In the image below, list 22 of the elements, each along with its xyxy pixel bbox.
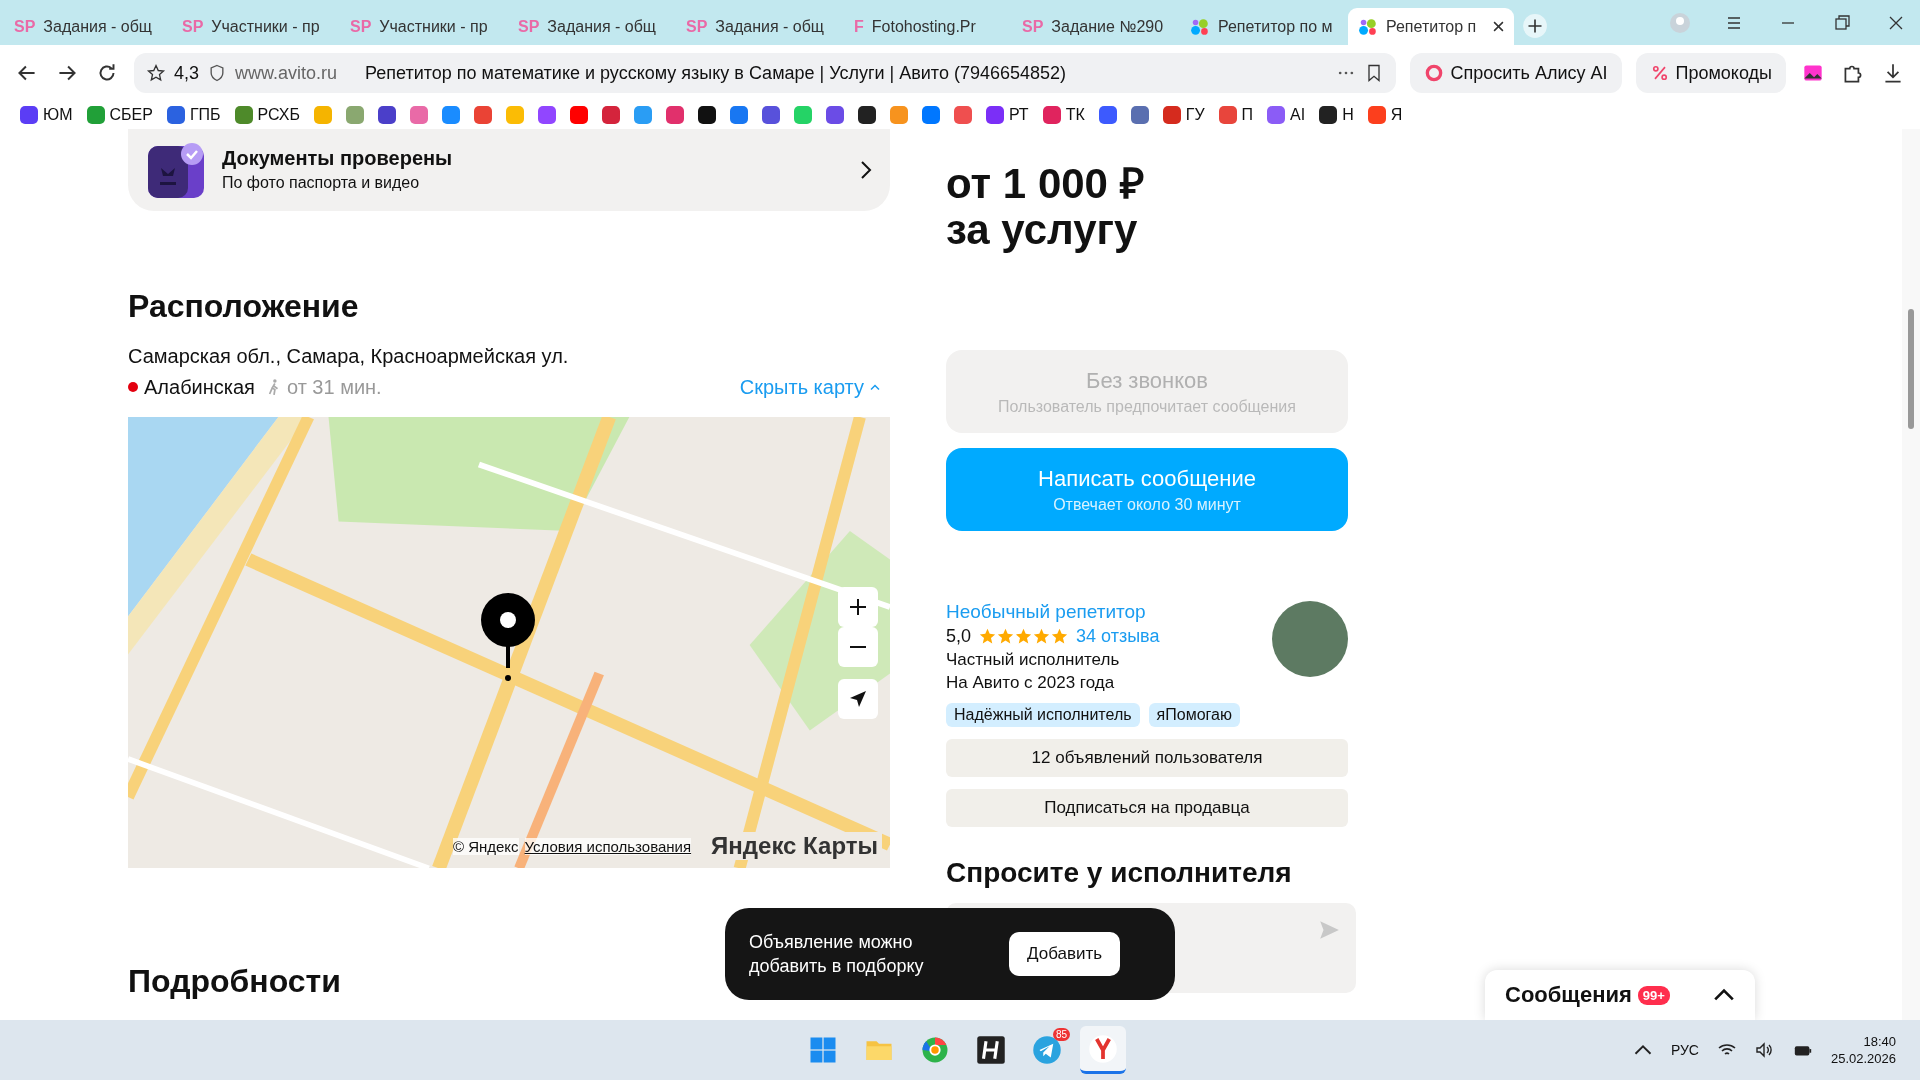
seller-badge: Надёжный исполнитель	[946, 703, 1140, 727]
site-rating: 4,3	[174, 62, 200, 84]
unread-badge: 99+	[1637, 985, 1670, 1005]
walk-time: от 31 мин.	[286, 375, 382, 399]
section-heading: Подробности	[128, 963, 341, 1000]
section-heading: Расположение	[128, 287, 359, 325]
section-heading: Спросите у исполнителя	[946, 857, 1293, 889]
seller-badge: яПомогаю	[1148, 703, 1240, 727]
toast-text: Объявление можно добавить в подборку	[749, 931, 925, 978]
notification-badge: 85	[1052, 1028, 1070, 1041]
metro-station: Алабинская	[144, 375, 255, 399]
price-text: от 1 000 ₽	[946, 161, 1145, 207]
seller-type: Частный исполнитель	[946, 650, 1121, 670]
seller-since: На Авито с 2023 года	[946, 673, 1116, 693]
verified-subtitle: По фото паспорта и видео	[222, 174, 421, 193]
messages-title: Сообщения	[1505, 982, 1632, 1008]
verified-title: Документы проверены	[222, 147, 454, 171]
page-title: Репетитор по математике и русскому языку в Самаре | Услуги | Авито (7946654852)	[365, 62, 1066, 84]
price-unit: за услугу	[946, 207, 1139, 253]
rating-value: 5,0	[946, 626, 972, 647]
address-text: Самарская обл., Самара, Красноармейская ул.	[128, 344, 570, 368]
url-text: www.avito.ru	[235, 62, 338, 84]
